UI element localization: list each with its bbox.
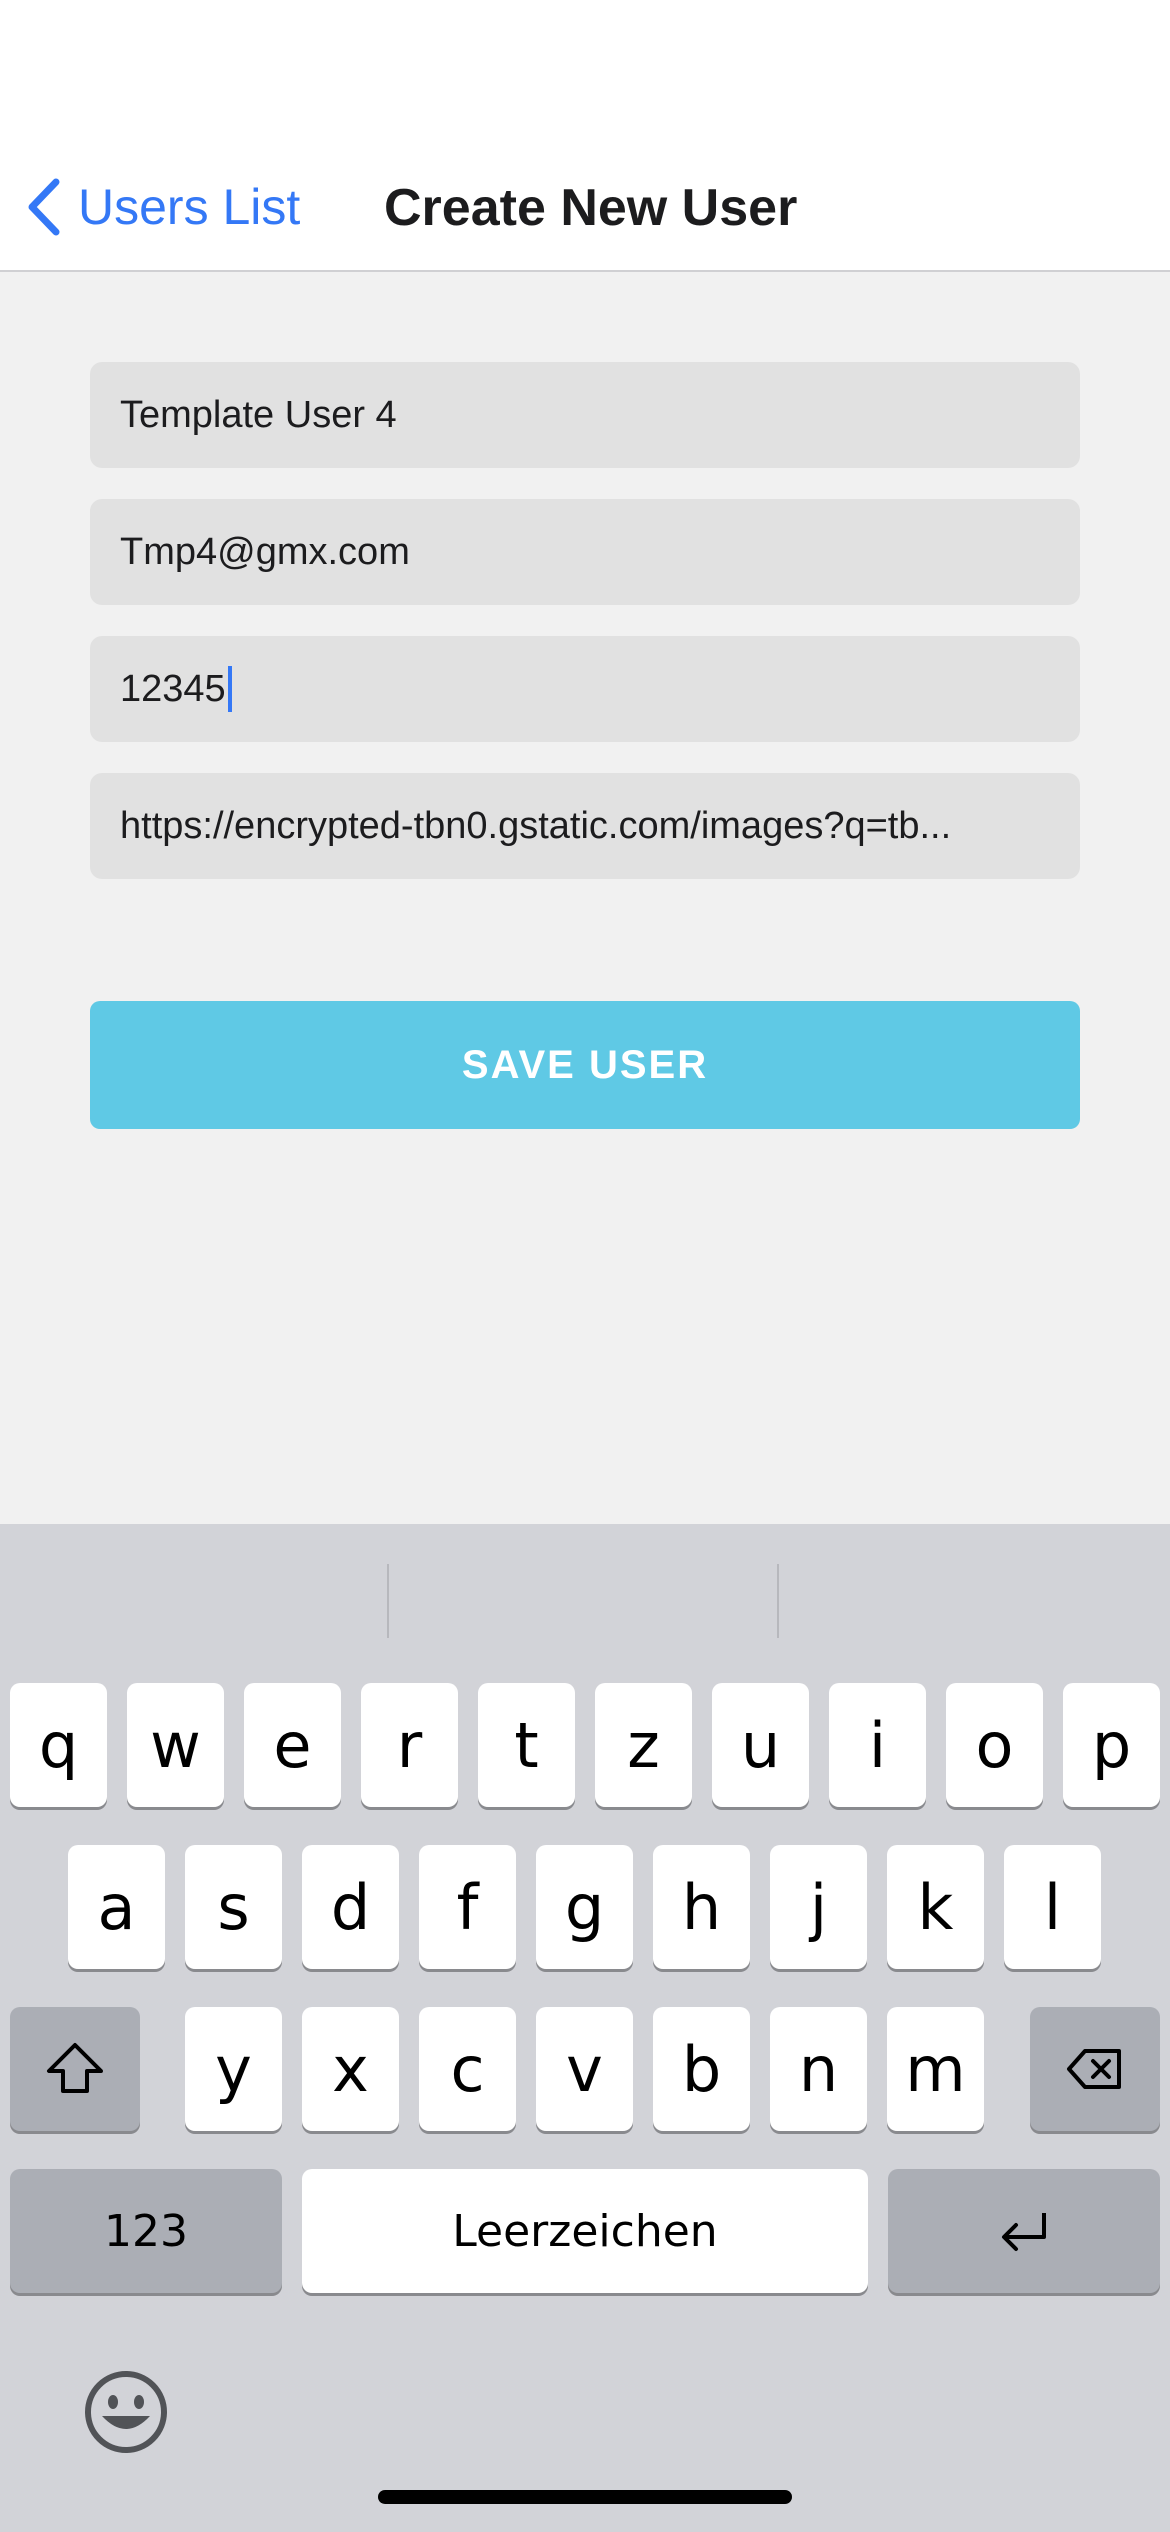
key-s[interactable]: s	[185, 1845, 282, 1969]
key-g[interactable]: g	[536, 1845, 633, 1969]
key-z[interactable]: z	[595, 1683, 692, 1807]
key-c[interactable]: c	[419, 2007, 516, 2131]
key-r[interactable]: r	[361, 1683, 458, 1807]
key-l[interactable]: l	[1004, 1845, 1101, 1969]
name-field-value: Template User 4	[120, 393, 397, 436]
password-field-value: 12345	[120, 667, 226, 710]
key-k[interactable]: k	[887, 1845, 984, 1969]
numbers-key[interactable]: 123	[10, 2169, 282, 2293]
delete-key[interactable]	[1030, 2007, 1160, 2131]
key-a[interactable]: a	[68, 1845, 165, 1969]
password-field[interactable]: 12345	[90, 636, 1080, 742]
home-indicator	[378, 2490, 792, 2504]
key-f[interactable]: f	[419, 1845, 516, 1969]
key-i[interactable]: i	[829, 1683, 926, 1807]
save-user-button[interactable]: SAVE USER	[90, 1001, 1080, 1129]
image-url-field-value: https://encrypted-tbn0.gstatic.com/image…	[120, 804, 952, 847]
return-key[interactable]	[888, 2169, 1160, 2293]
key-j[interactable]: j	[770, 1845, 867, 1969]
key-o[interactable]: o	[946, 1683, 1043, 1807]
shift-key[interactable]	[10, 2007, 140, 2131]
name-field[interactable]: Template User 4	[90, 362, 1080, 468]
email-field-value: Tmp4@gmx.com	[120, 530, 410, 573]
key-y[interactable]: y	[185, 2007, 282, 2131]
key-t[interactable]: t	[478, 1683, 575, 1807]
navigation-bar: Users List Create New User	[0, 0, 1170, 272]
key-w[interactable]: w	[127, 1683, 224, 1807]
suggestion-divider	[387, 1564, 389, 1638]
key-q[interactable]: q	[10, 1683, 107, 1807]
key-b[interactable]: b	[653, 2007, 750, 2131]
emoji-icon[interactable]	[82, 2368, 170, 2456]
key-d[interactable]: d	[302, 1845, 399, 1969]
image-url-field[interactable]: https://encrypted-tbn0.gstatic.com/image…	[90, 773, 1080, 879]
key-e[interactable]: e	[244, 1683, 341, 1807]
key-h[interactable]: h	[653, 1845, 750, 1969]
key-u[interactable]: u	[712, 1683, 809, 1807]
suggestion-divider	[777, 1564, 779, 1638]
key-v[interactable]: v	[536, 2007, 633, 2131]
space-key[interactable]: Leerzeichen	[302, 2169, 868, 2293]
back-button[interactable]: Users List	[22, 172, 300, 242]
email-field[interactable]: Tmp4@gmx.com	[90, 499, 1080, 605]
key-x[interactable]: x	[302, 2007, 399, 2131]
page-title: Create New User	[384, 179, 798, 237]
return-icon	[1002, 2213, 1046, 2251]
key-n[interactable]: n	[770, 2007, 867, 2131]
key-m[interactable]: m	[887, 2007, 984, 2131]
back-button-label: Users List	[78, 179, 301, 235]
shift-icon	[47, 2043, 103, 2093]
key-p[interactable]: p	[1063, 1683, 1160, 1807]
delete-icon	[1067, 2049, 1121, 2089]
chevron-left-icon	[28, 178, 60, 236]
text-cursor	[227, 666, 232, 712]
